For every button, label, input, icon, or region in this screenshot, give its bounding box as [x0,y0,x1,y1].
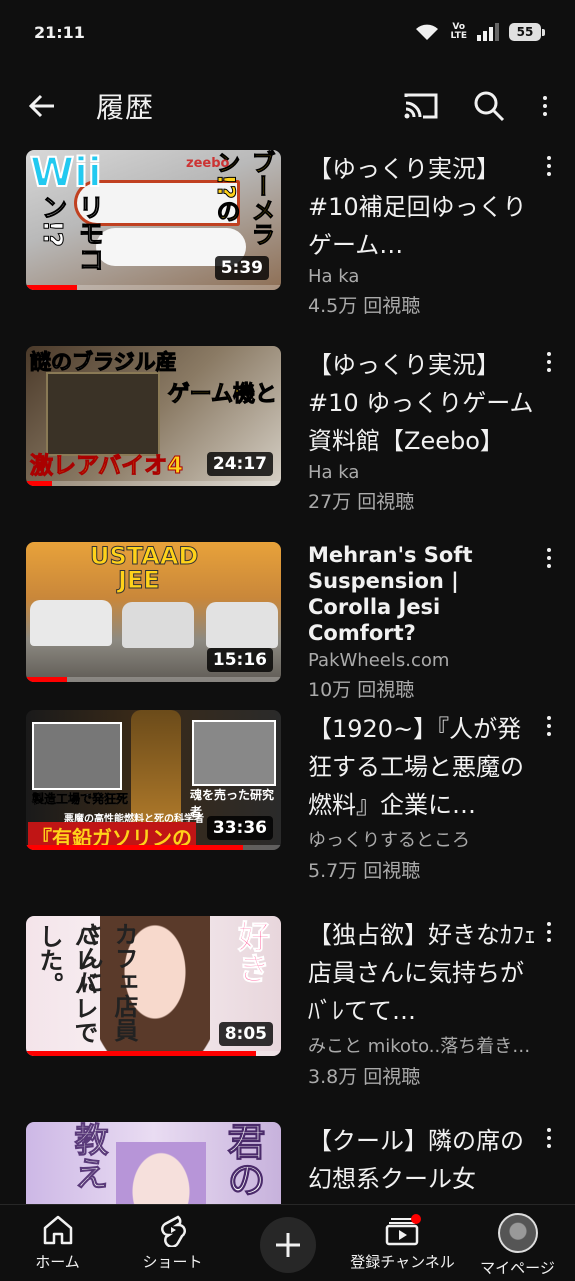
video-title[interactable]: Mehran's Soft Suspension | Corolla Jesi … [308,542,538,646]
video-title[interactable]: 【クール】隣の席の幻想系クール女 [308,1122,538,1198]
watch-progress-bar [26,1051,256,1056]
nav-home[interactable]: ホーム [0,1205,115,1281]
channel-name[interactable]: Ha ka [308,462,538,483]
more-vert-icon [547,716,551,736]
search-icon [474,91,505,122]
view-count: 10万 回視聴 [308,679,415,701]
cast-button[interactable] [399,84,443,128]
thumbnail-text: 謎のブラジル産 [30,350,178,375]
more-vert-icon [547,352,551,372]
video-duration: 15:16 [206,648,273,672]
plus-icon [275,1233,300,1257]
watch-progress-bar [26,677,67,682]
view-count: 4.5万 回視聴 [308,295,421,317]
thumbnail-text: バレバレでした。 [35,924,98,1044]
arrow-left-icon [28,94,54,118]
video-duration: 5:39 [214,256,269,280]
status-time: 21:11 [34,22,85,42]
more-vert-icon [547,1128,551,1148]
nav-subscriptions[interactable]: 登録チャンネル [345,1205,460,1281]
watch-progress-bar [26,845,243,850]
thumbnail-text: zeebo [186,156,230,171]
watch-progress-bar [26,285,77,290]
thumbnail-text: 教え [68,1122,109,1191]
shorts-icon [160,1215,186,1247]
nav-create[interactable] [230,1205,345,1281]
watch-progress-bar [26,481,52,486]
channel-name[interactable]: みこと mikoto..落ち着き… [308,1032,538,1058]
home-icon [43,1215,72,1245]
nav-shorts-label: ショート [142,1253,203,1271]
battery-icon: 55 [509,23,545,41]
channel-name[interactable]: Ha ka [308,266,538,287]
thumbnail-text: Wii [29,150,103,197]
more-vert-icon [547,156,551,176]
video-menu-button[interactable] [537,922,561,952]
video-menu-button[interactable] [537,1128,561,1158]
video-menu-button[interactable] [537,716,561,746]
avatar [497,1213,538,1253]
video-title[interactable]: 【ゆっくり実況】#10補足回ゆっくりゲーム… [308,150,538,264]
nav-shorts[interactable]: ショート [115,1205,230,1281]
thumbnail-text: 好き [233,920,272,985]
more-options-button[interactable] [535,84,555,128]
thumbnail-text: 君の [221,1122,266,1199]
volte-indicator: Vo LTE [450,22,467,41]
thumbnail-text: JEE [118,566,161,595]
subscriptions-icon [385,1214,421,1246]
back-button[interactable] [20,84,64,128]
nav-mypage-label: マイページ [480,1259,555,1277]
video-duration: 24:17 [206,452,273,476]
video-thumbnail[interactable]: Wii リモコン!? ブーメラン!?の zeebo 5:39 [26,150,281,290]
video-thumbnail[interactable]: カフェ店員さんに バレバレでした。 好き 8:05 [26,916,281,1056]
video-thumbnail[interactable]: 謎のブラジル産 ゲーム機と 激レアバイオ4 24:17 [26,346,281,486]
video-thumbnail[interactable]: 製造工場で発狂死 魂を売った研究者 悪魔の高性能燃料と死の科学者 『有鉛ガソリン… [26,710,281,850]
more-vert-icon [547,548,551,568]
top-app-bar: 履歴 [0,70,575,142]
create-button[interactable] [259,1217,316,1273]
more-vert-icon [543,96,547,116]
cast-icon [404,93,438,119]
video-menu-button[interactable] [537,548,561,578]
video-title[interactable]: 【独占欲】好きなｶﾌｪ店員さんに気持ちがﾊﾞﾚてて… [308,916,538,1030]
status-icons: Vo LTE 55 [414,22,545,42]
view-count: 3.8万 回視聴 [308,1066,421,1088]
signal-icon [477,23,499,41]
thumbnail-text: 製造工場で発狂死 [32,792,129,807]
nav-home-label: ホーム [35,1253,80,1271]
video-menu-button[interactable] [537,156,561,186]
thumbnail-text: 激レアバイオ4 [29,453,184,480]
video-title[interactable]: 【1920~】『人が発狂する工場と悪魔の燃料』企業に… [308,710,538,824]
channel-name[interactable]: PakWheels.com [308,650,538,671]
status-bar: 21:11 Vo LTE 55 [0,0,575,64]
wifi-icon [416,24,439,40]
more-vert-icon [547,922,551,942]
video-duration: 8:05 [218,1022,273,1046]
page-title: 履歴 [96,91,155,124]
video-duration: 33:36 [206,816,273,840]
bottom-navigation: ホーム ショート 登録チャンネル マイページ [0,1204,575,1281]
nav-subscriptions-label: 登録チャンネル [350,1253,455,1271]
video-title[interactable]: 【ゆっくり実況】#10 ゆっくりゲーム資料館【Zeebo】 [308,346,538,460]
view-count: 27万 回視聴 [308,491,415,513]
video-menu-button[interactable] [537,352,561,382]
video-thumbnail[interactable]: USTAAD JEE 15:16 [26,542,281,682]
thumbnail-text: ゲーム機と [167,382,277,408]
channel-name[interactable]: ゆっくりするところ [308,826,538,852]
view-count: 5.7万 回視聴 [308,860,421,882]
thumbnail-text: リモコン!? [37,194,105,273]
search-button[interactable] [467,84,511,128]
nav-mypage[interactable]: マイページ [460,1205,575,1281]
